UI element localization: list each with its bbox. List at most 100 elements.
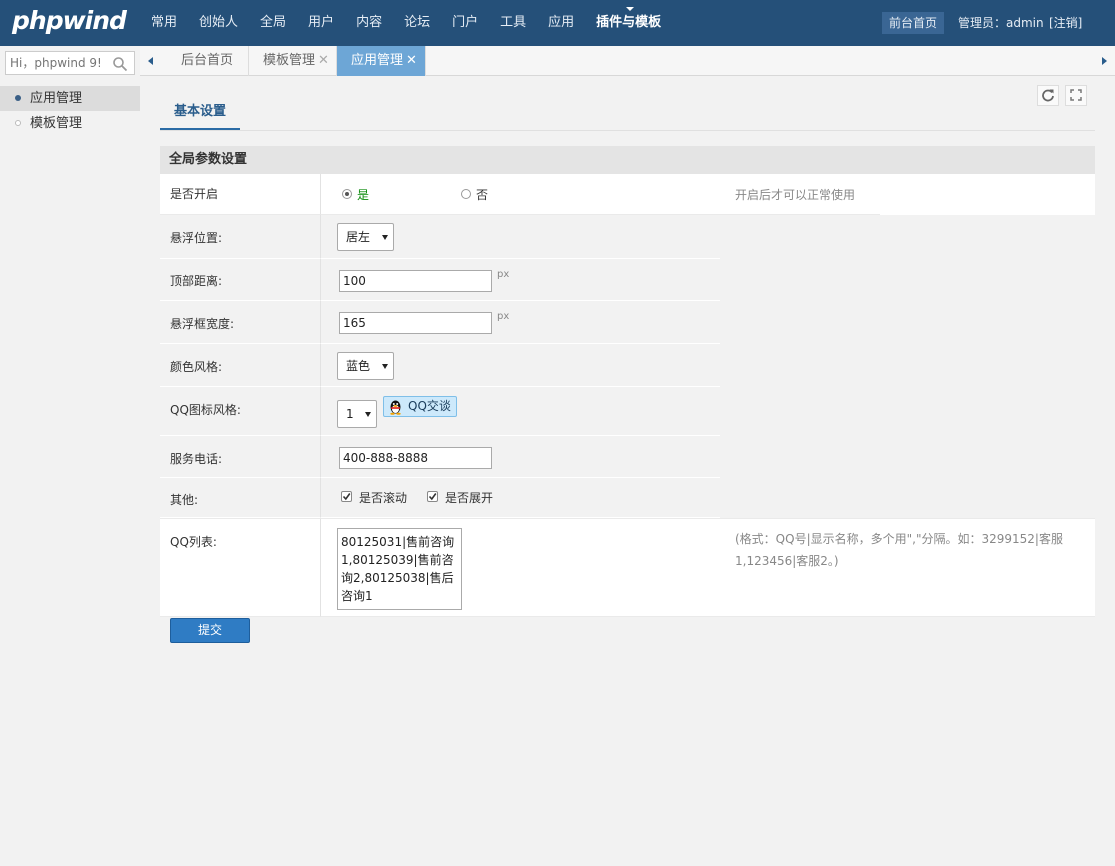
field-body: 1 QQ交谈: [320, 387, 720, 436]
color-style-select[interactable]: 蓝色: [337, 352, 394, 380]
nav-item-users[interactable]: 用户: [297, 0, 345, 46]
expand-checkbox[interactable]: [427, 491, 438, 502]
form-row-enable: 是否开启 是 否 开启后才可以正常使用: [160, 174, 1095, 215]
field-label: QQ列表:: [160, 518, 320, 617]
tab-scroll-left-button[interactable]: [140, 46, 162, 76]
chevron-down-icon: [365, 412, 371, 417]
field-label: 是否开启: [160, 174, 320, 215]
sidebar-item-app-manage[interactable]: 应用管理: [0, 86, 140, 111]
chevron-down-icon: [382, 235, 388, 240]
arrow-left-icon: [148, 57, 153, 65]
qq-list-textarea[interactable]: 80125031|售前咨询1,80125039|售前咨询2,80125038|售…: [337, 528, 462, 610]
tab-label: 后台首页: [181, 53, 234, 68]
checkmark-icon: [428, 493, 437, 501]
search-input[interactable]: [10, 55, 104, 71]
select-value: 蓝色: [346, 359, 371, 373]
field-tip: (格式：QQ号|显示名称，多个用","分隔。如：3299152|客服1,1234…: [735, 532, 1063, 568]
nav-item-forum[interactable]: 论坛: [393, 0, 441, 46]
tab-label: 应用管理: [351, 53, 404, 68]
qq-penguin-icon: [390, 400, 401, 415]
settings-tabs: 基本设置: [160, 100, 1095, 131]
float-position-select[interactable]: 居左: [337, 223, 394, 251]
tab-admin-home[interactable]: 后台首页: [163, 46, 249, 76]
nav-item-tools[interactable]: 工具: [489, 0, 537, 46]
nav-item-global[interactable]: 全局: [249, 0, 297, 46]
service-phone-input[interactable]: [339, 447, 492, 469]
search-icon[interactable]: [112, 56, 128, 72]
field-body: px: [320, 301, 720, 344]
main-nav: 常用 创始人 全局 用户 内容 论坛 门户 工具 应用 插件与模板: [140, 0, 672, 46]
form-row-float-position: 悬浮位置: 居左: [160, 215, 1095, 259]
field-body: 蓝色: [320, 344, 720, 387]
qq-icon-style-select[interactable]: 1: [337, 400, 377, 428]
unit-label: px: [497, 311, 510, 322]
tab-basic-settings[interactable]: 基本设置: [160, 100, 241, 130]
nav-item-portal[interactable]: 门户: [441, 0, 489, 46]
form-row-color-style: 颜色风格: 蓝色: [160, 344, 1095, 387]
select-value: 居左: [346, 230, 371, 244]
sidebar-item-label: 应用管理: [30, 91, 83, 106]
qq-chat-preview[interactable]: QQ交谈: [383, 396, 457, 417]
admin-label: 管理员：admin: [958, 16, 1044, 30]
scroll-checkbox-label[interactable]: 是否滚动: [359, 489, 407, 506]
chevron-down-icon: [382, 364, 388, 369]
expand-checkbox-label[interactable]: 是否展开: [445, 489, 493, 506]
form-row-service-phone: 服务电话:: [160, 436, 1095, 478]
field-label: 其他:: [160, 478, 320, 518]
arrow-right-icon: [1102, 57, 1107, 65]
form-row-other: 其他: 是否滚动 是否展开: [160, 478, 1095, 518]
radio-no[interactable]: [461, 189, 471, 199]
radio-no-label[interactable]: 否: [476, 186, 488, 203]
nav-item-plugins-templates-label: 插件与模板: [596, 15, 662, 30]
checkmark-icon: [342, 493, 351, 501]
main-content: 基本设置 全局参数设置 是否开启 是 否 开启后才可以正常使用 悬浮位置: 居左…: [140, 76, 1115, 866]
unit-label: px: [497, 269, 510, 280]
submit-button[interactable]: 提交: [170, 618, 250, 643]
field-label: 颜色风格:: [160, 344, 320, 387]
sidebar-item-template-manage[interactable]: 模板管理: [0, 111, 140, 136]
field-body: px: [320, 259, 720, 301]
nav-item-apps[interactable]: 应用: [537, 0, 585, 46]
nav-item-content[interactable]: 内容: [345, 0, 393, 46]
field-label: 悬浮位置:: [160, 215, 320, 259]
active-caret-icon: [625, 7, 634, 11]
field-label: QQ图标风格:: [160, 387, 320, 436]
close-icon[interactable]: ✕: [406, 46, 417, 76]
top-navbar: phpwind 常用 创始人 全局 用户 内容 论坛 门户 工具 应用 插件与模…: [0, 0, 1115, 46]
radio-yes-label[interactable]: 是: [357, 186, 369, 203]
nav-item-founder[interactable]: 创始人: [188, 0, 249, 46]
phpwind-logo[interactable]: phpwind: [12, 6, 127, 35]
select-value: 1: [346, 407, 354, 421]
search-box: [5, 51, 135, 75]
tab-strip: 后台首页 模板管理 ✕ 应用管理 ✕: [140, 46, 1115, 76]
field-body: 居左: [320, 215, 720, 259]
qq-chat-label: QQ交谈: [408, 399, 451, 413]
float-width-input[interactable]: [339, 312, 492, 334]
sidebar: 应用管理 模板管理: [0, 80, 140, 866]
nav-item-common[interactable]: 常用: [140, 0, 188, 46]
form-row-qq-list: QQ列表: 80125031|售前咨询1,80125039|售前咨询2,8012…: [160, 518, 1095, 617]
form-row-float-width: 悬浮框宽度: px: [160, 301, 1095, 344]
frontend-home-link[interactable]: 前台首页: [882, 12, 945, 34]
field-body: [320, 436, 720, 478]
section-title: 全局参数设置: [160, 146, 1095, 174]
tab-label: 模板管理: [263, 53, 316, 68]
radio-yes[interactable]: [342, 189, 352, 199]
nav-item-plugins-templates[interactable]: 插件与模板: [585, 0, 672, 46]
field-label: 服务电话:: [160, 436, 320, 478]
bullet-icon: [15, 95, 21, 101]
field-body: 是否滚动 是否展开: [320, 478, 720, 518]
sidebar-item-label: 模板管理: [30, 116, 83, 131]
tab-scroll-right-button[interactable]: [1093, 46, 1115, 76]
search-area: [0, 46, 140, 80]
form-row-top-distance: 顶部距离: px: [160, 259, 1095, 301]
top-distance-input[interactable]: [339, 270, 492, 292]
tab-app-manage[interactable]: 应用管理 ✕: [337, 46, 426, 76]
field-label: 悬浮框宽度:: [160, 301, 320, 344]
field-tip: 开启后才可以正常使用: [735, 188, 856, 202]
logout-link[interactable]: [注销]: [1049, 12, 1082, 34]
tab-template-manage[interactable]: 模板管理 ✕: [249, 46, 337, 76]
close-icon[interactable]: ✕: [318, 46, 329, 76]
scroll-checkbox[interactable]: [341, 491, 352, 502]
bullet-icon: [15, 120, 21, 126]
